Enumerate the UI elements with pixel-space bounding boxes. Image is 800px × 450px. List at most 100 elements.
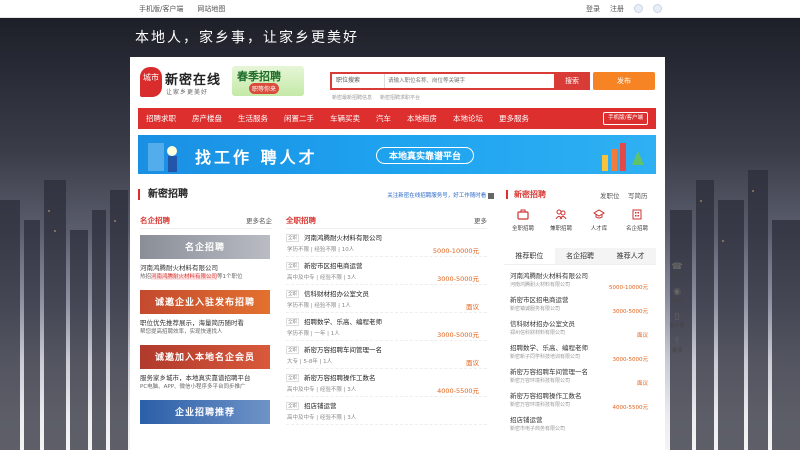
post-job-link[interactable]: 发职位 xyxy=(600,190,620,200)
job-row[interactable]: 全职 河南鸿腾耐火材料有限公司 学历不限 | 经验不限 | 10人 5000-1000… xyxy=(286,229,487,257)
job-row[interactable]: 全职 新密万容招聘车间管理一名 大专 | 5-8年 | 1人 面议 xyxy=(286,341,487,369)
fulltime-title: 全职招聘 xyxy=(286,216,316,225)
promo-highlight[interactable]: 河南鸿腾耐火材料有限公司 xyxy=(151,274,218,280)
sidebar-job-name[interactable]: 新密万容招聘车间管理一名 xyxy=(510,368,650,377)
promo-label: 诚邀企业入驻发布招聘 xyxy=(154,298,255,308)
promo-banner[interactable]: 企业招聘推荐 xyxy=(140,400,270,424)
sidebar-job-item[interactable]: 新密万容招聘操作工数名 新密万容环境科技有限公司 4000-5500元 xyxy=(510,392,650,414)
talent-shortcut[interactable]: 人才库 xyxy=(581,209,617,232)
nav-item-rentals[interactable]: 本地租房 xyxy=(399,108,445,129)
tab-famous-companies[interactable]: 名企招聘 xyxy=(554,248,606,264)
job-meta: 高中及中专 | 经验不限 | 3人 xyxy=(287,387,357,393)
job-name[interactable]: 新密万容招聘车间管理一名 xyxy=(304,344,382,354)
nav-item-vehicles[interactable]: 车辆买卖 xyxy=(322,108,368,129)
sidebar-job-name[interactable]: 河南鸿腾耐火材料有限公司 xyxy=(510,272,650,281)
nav-item-cars[interactable]: 汽车 xyxy=(368,108,399,129)
search-category-select[interactable]: 职位搜索 xyxy=(332,74,385,88)
sidebar-job-item[interactable]: 招店铺运营 新密市电子商务有限公司 xyxy=(510,416,650,438)
sidebar-job-company: 新密万容环境科技有限公司 xyxy=(510,378,571,384)
promo-line[interactable]: 河南鸿腾耐火材料有限公司 xyxy=(140,264,272,273)
register-link[interactable]: 注册 xyxy=(610,4,624,14)
sidebar-job-item[interactable]: 新密万容招聘车间管理一名 新密万容环境科技有限公司 面议 xyxy=(510,368,650,390)
qq-login-icon[interactable] xyxy=(653,4,662,13)
nav-item-property[interactable]: 房产楼盘 xyxy=(184,108,230,129)
sidebar-job-item[interactable]: 招聘数学、乐高、编程老师 新密新子同学科技培训有限公司 3000-5000元 xyxy=(510,344,650,366)
tab-recommended-jobs[interactable]: 推荐职位 xyxy=(504,248,555,264)
promo-suffix: 等1个职位 xyxy=(217,274,243,280)
more-famous-link[interactable]: 更多名企 xyxy=(246,215,272,225)
search-input[interactable] xyxy=(388,74,554,88)
write-resume-link[interactable]: 写简历 xyxy=(628,190,648,200)
sidebar-job-name[interactable]: 招店铺运营 xyxy=(510,416,650,425)
sidebar-job-pay: 面议 xyxy=(636,333,648,339)
nav-item-jobs[interactable]: 招聘求职 xyxy=(138,108,184,129)
sidebar-job-item[interactable]: 信科财材招办公室文员 郑州信科财材料有限公司面议 xyxy=(510,320,650,342)
hot-link[interactable]: 新密招聘求职平台 xyxy=(380,94,420,101)
sidebar-job-name[interactable]: 新密万容招聘操作工数名 xyxy=(510,392,650,401)
sidebar-job-company: 郑州信科财材料有限公司 xyxy=(510,330,566,336)
job-name[interactable]: 招聘数学、乐高、编程老师 xyxy=(304,316,382,326)
tab-recommended-talent[interactable]: 推荐人才 xyxy=(605,248,657,264)
follow-tip-link[interactable]: 关注新密在线招聘服务号，好工作随时看 xyxy=(387,191,494,199)
search-button[interactable]: 搜索 xyxy=(554,72,590,90)
sidebar-job-name[interactable]: 信科财材招办公室文员 xyxy=(510,320,650,329)
people-icon xyxy=(555,209,567,220)
sidebar-job-name[interactable]: 招聘数学、乐高、编程老师 xyxy=(510,344,650,353)
job-name[interactable]: 新密万容招聘操作工数名 xyxy=(304,372,376,382)
promo-banner[interactable]: 诚邀企业入驻发布招聘 xyxy=(140,290,270,314)
publish-button[interactable]: 发布 xyxy=(593,72,655,90)
search-box: 职位搜索 搜索 xyxy=(330,72,590,90)
login-link[interactable]: 登录 xyxy=(586,4,600,14)
float-wechat[interactable]: ◉ 微信 xyxy=(668,287,686,312)
nav-mobile-button[interactable]: 手机版/客户端 xyxy=(603,112,648,125)
banner-subtitle: 本地真实靠谱平台 xyxy=(376,147,475,164)
job-row[interactable]: 全职 新密市区招电商运营 高中及中专 | 经验不限 | 3人 3000-5000元 xyxy=(286,257,487,285)
job-name[interactable]: 新密市区招电商运营 xyxy=(304,260,363,270)
job-name[interactable]: 招店铺运营 xyxy=(304,400,337,410)
promo-subline: 帮您提高招聘效率，实现快速找人 xyxy=(140,329,223,335)
sitemap-link[interactable]: 网站地图 xyxy=(197,4,225,14)
parttime-shortcut[interactable]: 兼职招聘 xyxy=(543,209,579,232)
float-app[interactable]: ▯ 客户端 xyxy=(668,312,686,337)
job-tag: 全职 xyxy=(286,318,299,326)
wechat-login-icon[interactable] xyxy=(634,4,643,13)
float-label: 置顶 xyxy=(671,348,682,354)
job-tag: 全职 xyxy=(286,262,299,270)
job-row[interactable]: 全职 信科财材招办公室文员 学历不限 | 经验不限 | 1人 面议 xyxy=(286,285,487,313)
job-pay: 3000-5000元 xyxy=(437,275,479,283)
nav-item-secondhand[interactable]: 闲置二手 xyxy=(276,108,322,129)
follow-tip-text: 关注新密在线招聘服务号，好工作随时看 xyxy=(387,193,487,199)
fulltime-shortcut[interactable]: 全职招聘 xyxy=(505,209,541,232)
float-service[interactable]: ☎ 客服 xyxy=(668,262,686,287)
promo-banner[interactable]: 名企招聘 xyxy=(140,235,270,259)
float-top[interactable]: ⤒ 置顶 xyxy=(668,337,686,362)
more-fulltime-link[interactable]: 更多 xyxy=(474,215,487,225)
job-name[interactable]: 信科财材招办公室文员 xyxy=(304,288,369,298)
logo-name: 新密在线 xyxy=(165,73,222,88)
float-label: 客服 xyxy=(671,273,682,279)
job-meta: 学历不限 | 一年 | 1人 xyxy=(287,331,340,337)
job-row[interactable]: 全职 招店铺运营 高中及中专 | 经验不限 | 3人 xyxy=(286,397,487,425)
headset-icon: ☎ xyxy=(671,262,683,272)
famous-shortcut[interactable]: 名企招聘 xyxy=(619,209,655,232)
nav-item-more[interactable]: 更多服务 xyxy=(491,108,537,129)
briefcase-icon xyxy=(517,209,529,220)
job-row[interactable]: 全职 招聘数学、乐高、编程老师 学历不限 | 一年 | 1人 3000-5000元 xyxy=(286,313,487,341)
job-row[interactable]: 全职 新密万容招聘操作工数名 高中及中专 | 经验不限 | 3人 4000-5500元 xyxy=(286,369,487,397)
job-name[interactable]: 河南鸿腾耐火材料有限公司 xyxy=(304,232,382,242)
nav-item-forum[interactable]: 本地论坛 xyxy=(445,108,491,129)
job-tag: 全职 xyxy=(286,290,299,298)
site-logo[interactable]: 城市 新密在线 让家乡更美好 xyxy=(140,67,230,99)
nav-item-services[interactable]: 生活服务 xyxy=(230,108,276,129)
hot-link[interactable]: 新密最新招聘信息 xyxy=(332,94,372,101)
promo-label: 诚邀加入本地名企会员 xyxy=(154,353,255,363)
recruit-banner[interactable]: 找工作 聘人才 本地真实靠谱平台 xyxy=(138,135,656,174)
sidebar-job-item[interactable]: 河南鸿腾耐火材料有限公司 河南鸿腾耐火材料有限公司 5000-10000元 xyxy=(510,272,650,294)
quick-icons: 全职招聘 兼职招聘 人才库 名企招聘 xyxy=(504,209,656,232)
mobile-client-link[interactable]: 手机版/客户端 xyxy=(139,4,183,14)
sidebar-job-name[interactable]: 新密市区招电商运营 xyxy=(510,296,650,305)
sidebar-job-pay: 4000-5500元 xyxy=(612,405,648,411)
sidebar-job-item[interactable]: 新密市区招电商运营 新密镇诚服务有限公司 3000-5000元 xyxy=(510,296,650,318)
spring-recruitment-ad[interactable]: 春季招聘 职等你来 xyxy=(232,66,304,96)
promo-banner[interactable]: 诚邀加入本地名企会员 xyxy=(140,345,270,369)
